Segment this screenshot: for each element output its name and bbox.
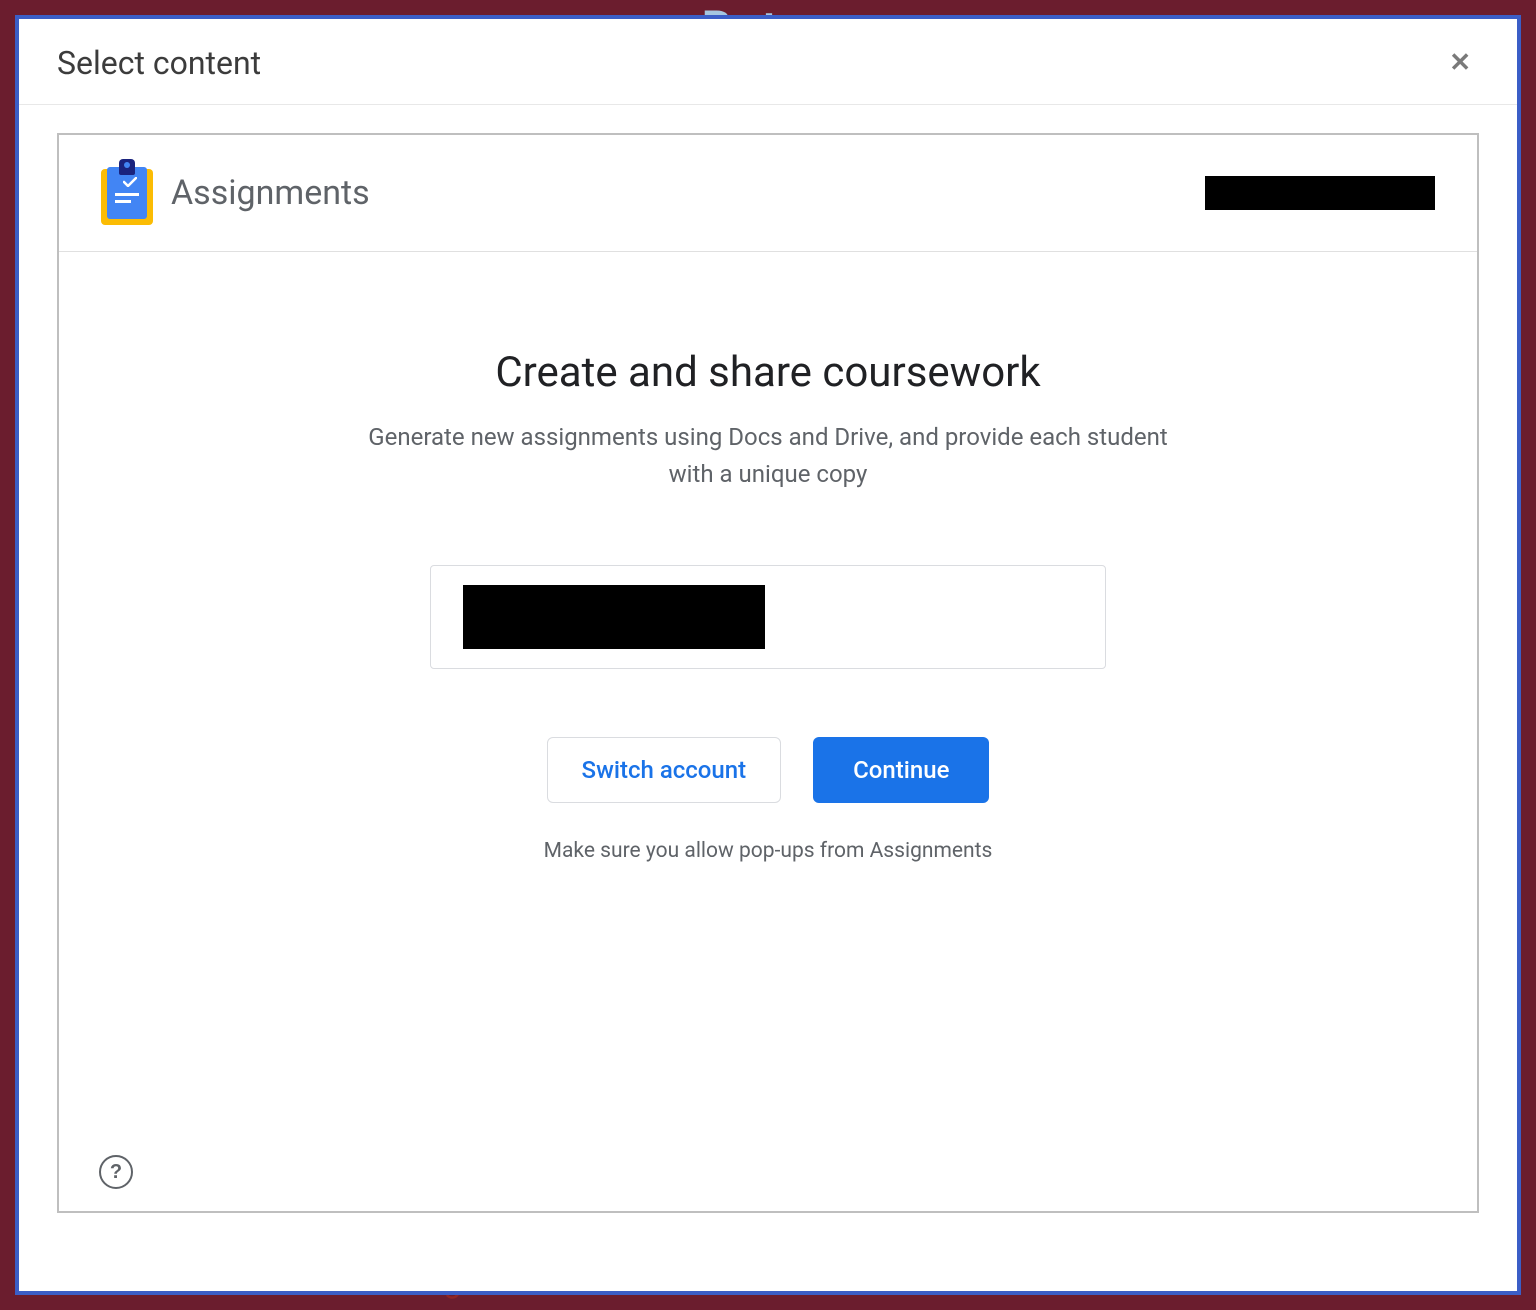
- main-heading: Create and share coursework: [495, 348, 1040, 397]
- help-button[interactable]: ?: [99, 1155, 133, 1189]
- main-content: Create and share coursework Generate new…: [59, 252, 1477, 863]
- account-email-redacted: [463, 585, 765, 649]
- switch-account-button[interactable]: Switch account: [547, 737, 782, 803]
- account-display-box: [430, 565, 1106, 669]
- assignments-frame: Assignments Create and share coursework …: [57, 133, 1479, 1213]
- assignments-icon: [101, 161, 153, 225]
- account-info-redacted[interactable]: [1205, 176, 1435, 210]
- select-content-modal: Select content ✕ Assig: [15, 15, 1521, 1295]
- assignments-label: Assignments: [171, 173, 370, 213]
- button-row: Switch account Continue: [547, 737, 990, 803]
- continue-button[interactable]: Continue: [813, 737, 989, 803]
- assignments-header: Assignments: [59, 135, 1477, 252]
- modal-header: Select content ✕: [19, 19, 1517, 105]
- popup-note: Make sure you allow pop-ups from Assignm…: [544, 839, 993, 863]
- assignments-brand: Assignments: [101, 161, 370, 225]
- main-subtitle: Generate new assignments using Docs and …: [358, 419, 1178, 493]
- modal-title: Select content: [57, 44, 261, 82]
- close-button[interactable]: ✕: [1441, 43, 1479, 82]
